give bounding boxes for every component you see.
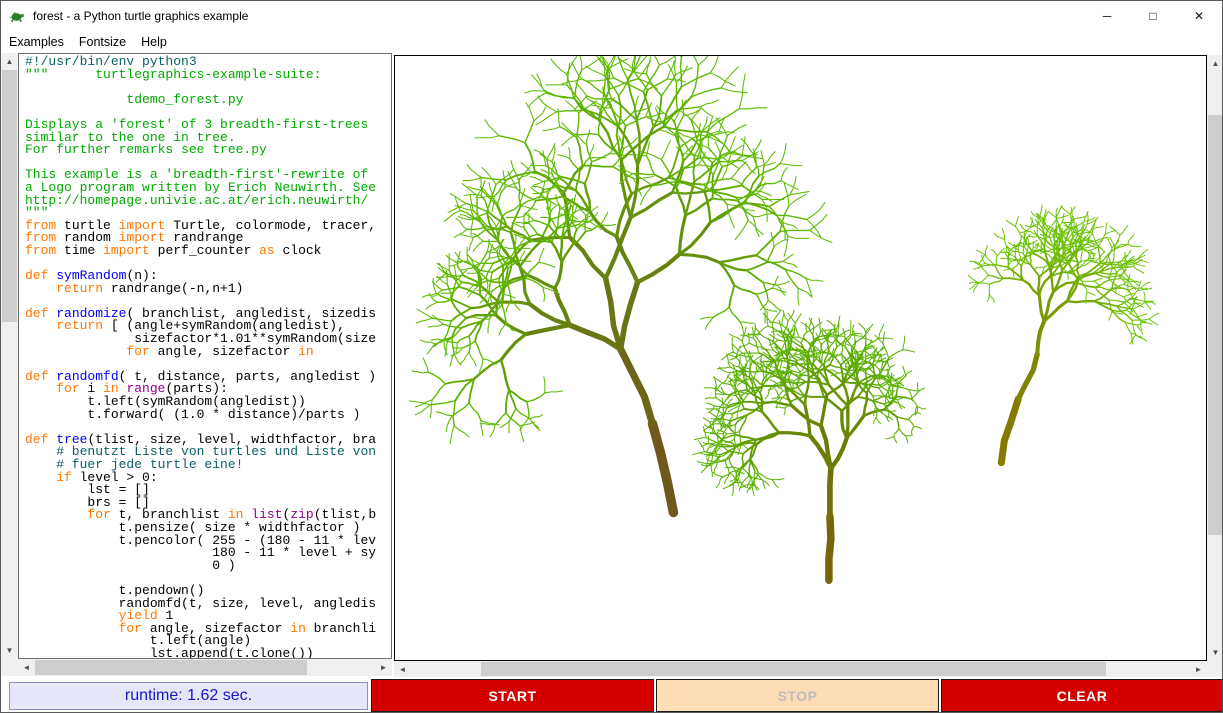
editor-horizontal-scrollbar[interactable]: ◄ ► [18, 659, 392, 676]
code-line: """ turtlegraphics-example-suite: [25, 69, 391, 82]
menu-item-help[interactable]: Help [134, 33, 174, 51]
scrollbar-corner [1, 659, 18, 676]
turtle-icon [9, 8, 25, 24]
canvas-horizontal-scrollbar[interactable]: ◄ ► [394, 661, 1207, 677]
tree-branch-layer [1001, 399, 1018, 463]
maximize-button[interactable]: □ [1130, 1, 1176, 31]
code-line: from time import perf_counter as clock [25, 245, 391, 258]
menu-item-fontsize[interactable]: Fontsize [72, 33, 133, 51]
canvas-vertical-scrollbar[interactable]: ▲ ▼ [1207, 55, 1223, 661]
tree-branch-layer [1039, 292, 1067, 321]
tree-branch-layer [1018, 354, 1037, 399]
code-line: 0 ) [25, 560, 391, 573]
tree-branch-layer [526, 217, 679, 334]
runtime-label: runtime: 1.62 sec. [9, 682, 368, 710]
menubar: Examples Fontsize Help [1, 31, 1222, 53]
scroll-up-button[interactable]: ▲ [1, 53, 18, 70]
scrollbar-thumb[interactable] [2, 70, 17, 322]
scroll-down-button[interactable]: ▼ [1207, 644, 1223, 661]
scroll-left-button[interactable]: ◄ [18, 659, 35, 676]
scrollbar-thumb[interactable] [1208, 115, 1223, 535]
scroll-right-button[interactable]: ► [375, 659, 392, 676]
canvas-pane [394, 55, 1207, 661]
code-line: t.forward( (1.0 * distance)/parts ) [25, 409, 391, 422]
titlebar: forest - a Python turtle graphics exampl… [1, 1, 1222, 31]
tree-branch-layer [621, 349, 653, 424]
scroll-up-button[interactable]: ▲ [1207, 55, 1223, 72]
tree-branch-layer [810, 426, 847, 469]
bottom-bar: runtime: 1.62 sec. START STOP CLEAR [1, 677, 1222, 713]
code-line: tdemo_forest.py [25, 94, 391, 107]
start-button[interactable]: START [371, 679, 654, 712]
window-title: forest - a Python turtle graphics exampl… [33, 9, 248, 23]
code-line: for angle, sizefactor in [25, 346, 391, 359]
scroll-down-button[interactable]: ▼ [1, 642, 18, 659]
tree-branch-layer [1037, 321, 1044, 354]
minimize-button[interactable]: ─ [1084, 1, 1130, 31]
scroll-left-button[interactable]: ◄ [394, 661, 411, 677]
close-button[interactable]: ✕ [1176, 1, 1222, 31]
code-line: lst.append(t.clone()) [25, 648, 391, 659]
scrollbar-corner [1207, 661, 1223, 677]
code-line: http://homepage.univie.ac.at/erich.neuwi… [25, 195, 391, 208]
clear-button[interactable]: CLEAR [941, 679, 1223, 712]
menu-item-examples[interactable]: Examples [2, 33, 71, 51]
scrollbar-thumb[interactable] [35, 660, 307, 675]
tree-branch-layer [652, 424, 673, 513]
app-window: forest - a Python turtle graphics exampl… [0, 0, 1223, 713]
tree-branch-layer [830, 469, 831, 517]
window-controls: ─ □ ✕ [1084, 1, 1222, 31]
tree-branch-layer [829, 516, 831, 580]
tree-branch-layer [570, 278, 638, 349]
code-line: return randrange(-n,n+1) [25, 283, 391, 296]
code-text[interactable]: #!/usr/bin/env python3""" turtlegraphics… [18, 53, 392, 659]
code-line: For further remarks see tree.py [25, 144, 391, 157]
editor-vertical-scrollbar[interactable]: ▲ ▼ [1, 53, 18, 659]
tree-branch-layer [496, 160, 719, 360]
scrollbar-thumb[interactable] [481, 662, 1106, 676]
scroll-right-button[interactable]: ► [1190, 661, 1207, 677]
turtle-drawing [395, 56, 1206, 660]
stop-button[interactable]: STOP [656, 679, 939, 712]
